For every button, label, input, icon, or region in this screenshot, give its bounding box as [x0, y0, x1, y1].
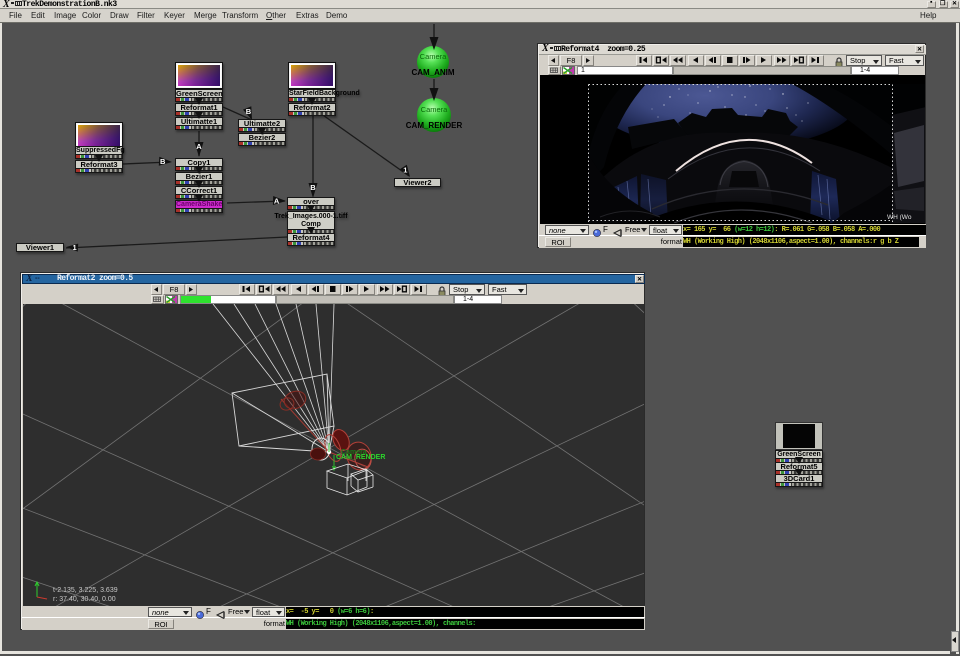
svg-text:r: 37.40, 30.40, 0.00: r: 37.40, 30.40, 0.00 [53, 596, 116, 603]
svg-text:A: A [196, 142, 202, 151]
svg-text:WH (Wo: WH (Wo [887, 214, 912, 221]
svg-text:B: B [160, 157, 166, 166]
svg-text:1: 1 [403, 165, 407, 174]
svg-text:B: B [246, 107, 252, 116]
svg-text:B: B [310, 183, 316, 192]
svg-text:1: 1 [73, 243, 77, 252]
svg-text:t-2.135, 3.225, 3.639: t-2.135, 3.225, 3.639 [53, 587, 118, 594]
svg-text:CAM_RENDER: CAM_RENDER [336, 454, 385, 461]
svg-text:A: A [274, 196, 280, 205]
